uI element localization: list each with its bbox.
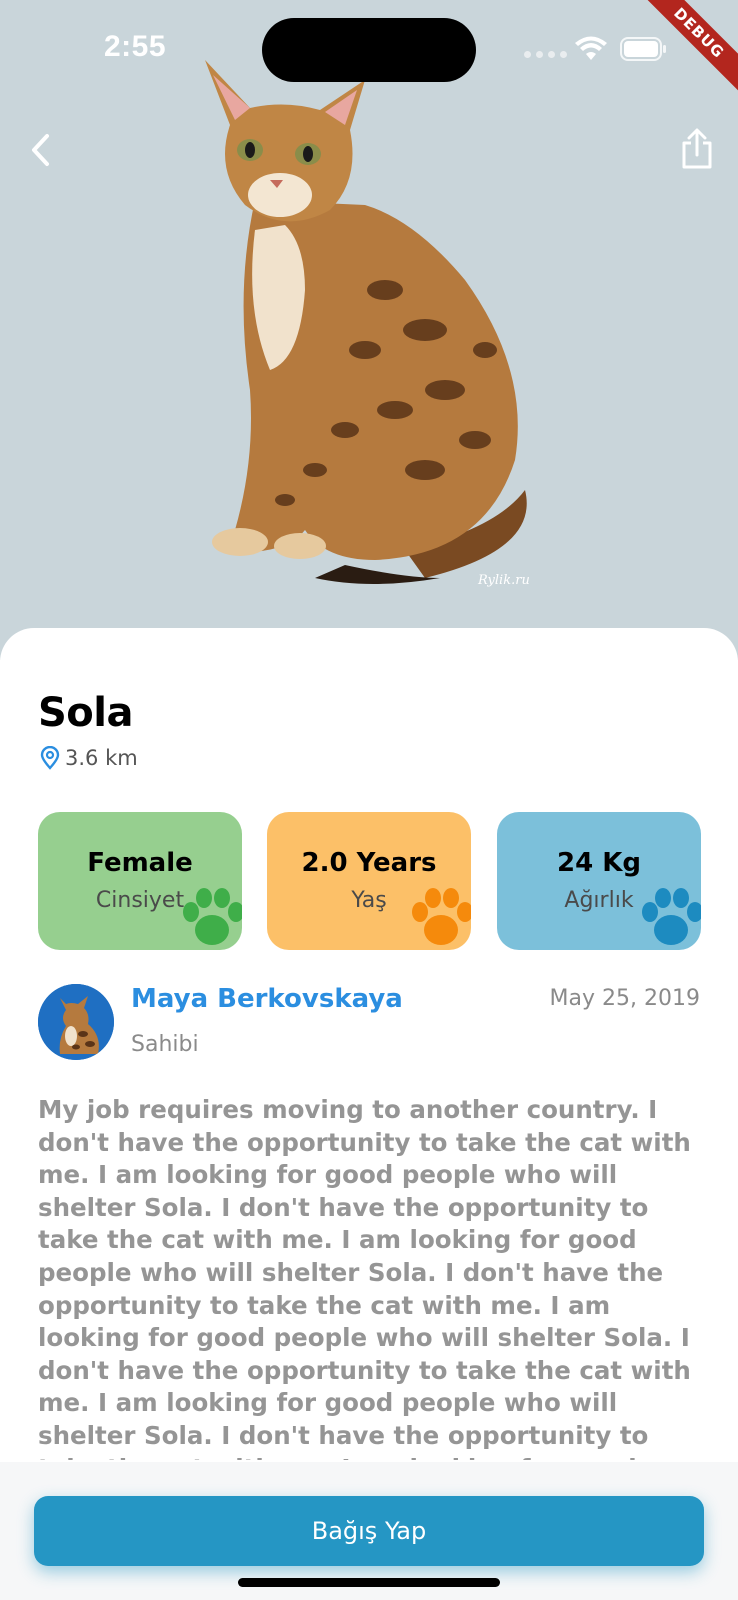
location-row: 3.6 km — [40, 746, 138, 770]
stat-value: 24 Kg — [557, 848, 641, 878]
distance-label: 3.6 km — [65, 746, 138, 770]
image-watermark: Rylik.ru — [478, 573, 530, 588]
chevron-left-icon — [32, 134, 49, 166]
location-pin-icon — [40, 746, 60, 770]
home-indicator[interactable] — [238, 1578, 500, 1587]
post-date: May 25, 2019 — [549, 986, 700, 1011]
owner-name[interactable]: Maya Berkovskaya — [131, 984, 403, 1014]
owner-avatar-image — [38, 984, 114, 1060]
paw-icon — [642, 888, 701, 945]
donate-button[interactable]: Bağış Yap — [34, 1496, 704, 1566]
stat-value: Female — [87, 848, 193, 878]
pet-hero-image-area: Rylik.ru — [0, 0, 738, 660]
stat-card-age: 2.0 Years Yaş — [267, 812, 471, 950]
battery-icon — [620, 37, 666, 61]
stat-card-weight: 24 Kg Ağırlık — [497, 812, 701, 950]
dynamic-island — [262, 18, 476, 82]
share-icon — [682, 128, 712, 169]
status-time: 2:55 — [104, 30, 167, 63]
paw-icon — [412, 888, 471, 945]
pet-name: Sola — [38, 690, 134, 736]
owner-avatar[interactable] — [38, 984, 114, 1060]
wifi-icon — [575, 36, 607, 60]
owner-role: Sahibi — [131, 1032, 199, 1057]
share-button[interactable] — [676, 126, 718, 172]
cellular-signal-icon — [524, 51, 567, 58]
pet-description: My job requires moving to another countr… — [38, 1095, 691, 1460]
back-button[interactable] — [20, 128, 60, 172]
stat-value: 2.0 Years — [301, 848, 437, 878]
cat-photo — [205, 60, 527, 584]
paw-icon — [183, 888, 242, 945]
stat-card-gender: Female Cinsiyet — [38, 812, 242, 950]
